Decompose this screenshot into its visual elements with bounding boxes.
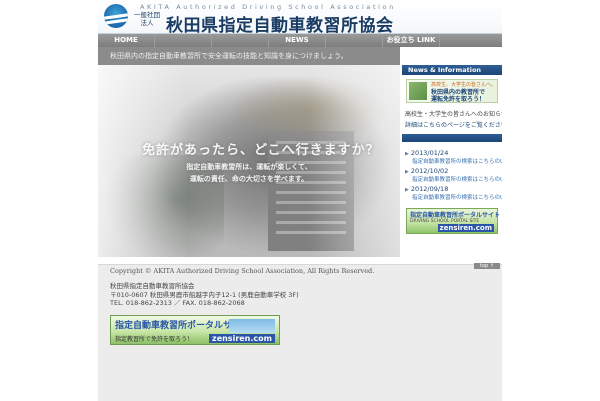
zensiren-banner-brand: zensiren.com: [437, 224, 494, 232]
nav-item-home[interactable]: HOME: [98, 34, 155, 47]
zensiren-banner-small[interactable]: 指定自動車教習所ポータルサイト DRIVING SCHOOL PORTAL SI…: [406, 208, 501, 234]
hero-body-line-1: 指定自動車教習所は、運転が楽しくて、: [186, 163, 312, 171]
news-text[interactable]: 指定自動車教習所の検索はこちらのURLから: [405, 175, 502, 183]
news-text[interactable]: 指定自動車教習所の検索はこちらのURLから: [405, 157, 502, 165]
news-item[interactable]: ▶2013/01/24 指定自動車教習所の検索はこちらのURLから: [405, 149, 502, 165]
zensiren-banner-title: 指定自動車教習所ポータルサイト: [410, 212, 501, 219]
site-header: AKITA Authorized Driving School Associat…: [98, 0, 502, 36]
hero-body: 指定自動車教習所は、運転が楽しくて、 運転の責任、命の大切さを学べます。: [174, 161, 324, 185]
news-date: 2012/09/18: [410, 185, 449, 193]
student-photo-icon: [409, 82, 427, 100]
news-item[interactable]: ▶2012/09/18 指定自動車教習所の検索はこちらのURLから: [405, 185, 502, 201]
nav-item-2[interactable]: [155, 34, 212, 47]
nav-item-news[interactable]: NEWS: [269, 34, 326, 47]
nav-item-3[interactable]: [212, 34, 269, 47]
tagline-bar: 秋田県内の指定自動車教習所で安全運転の技能と知識を身につけましょう。: [98, 47, 400, 65]
arrow-icon: ▶: [405, 187, 409, 193]
corp-type-label: 一般社団法人: [134, 11, 160, 27]
student-banner-line-3: 運転免許を取ろう！: [431, 96, 486, 103]
news-text[interactable]: 指定自動車教習所の検索はこちらのURLから: [405, 193, 502, 201]
nav-item-5[interactable]: [326, 34, 383, 47]
news-item[interactable]: ▶2012/10/02 指定自動車教習所の検索はこちらのURLから: [405, 167, 502, 183]
sidebar: News & Information 高校生、大学生の皆さんへ。 秋田県内の教習…: [400, 65, 502, 257]
hero-heading: 免許があったら、どこへ行きますか？: [142, 143, 380, 158]
arrow-icon: ▶: [405, 151, 409, 157]
zensiren-large-sub: 指定教習所で免許を取ろう！: [115, 336, 194, 343]
news-date: 2013/01/24: [410, 149, 449, 157]
sidebar-divider: [402, 134, 502, 142]
news-header: News & Information: [402, 65, 502, 75]
global-nav: HOME NEWS お役立ち LINK: [98, 34, 502, 47]
page-top-button[interactable]: top ↑: [474, 263, 500, 269]
zensiren-large-brand: zensiren.com: [209, 334, 275, 343]
footer-tel-fax: TEL. 018-862-2313 ／ FAX. 018-862-2068: [110, 299, 245, 307]
news-list: ▶2013/01/24 指定自動車教習所の検索はこちらのURLから ▶2012/…: [405, 149, 502, 203]
arrow-icon: ▶: [405, 169, 409, 175]
logo-icon[interactable]: [104, 4, 128, 28]
news-date: 2012/10/02: [410, 167, 449, 175]
hero-image: 免許があったら、どこへ行きますか？ 指定自動車教習所は、運転が楽しくて、 運転の…: [98, 65, 400, 257]
nav-item-link[interactable]: お役立ち LINK: [383, 34, 440, 47]
copyright-text: Copyright © AKITA Authorized Driving Sch…: [110, 267, 375, 275]
sidebar-notice: 高校生・大学生の皆さんへのお知らせ掲載中です。: [405, 111, 502, 118]
nav-item-7[interactable]: [440, 34, 502, 47]
hero-body-line-2: 運転の責任、命の大切さを学べます。: [189, 175, 309, 183]
org-english-name: AKITA Authorized Driving School Associat…: [140, 3, 396, 11]
student-banner[interactable]: 高校生、大学生の皆さんへ。 秋田県内の教習所で 運転免許を取ろう！: [406, 79, 498, 103]
sidebar-detail-link[interactable]: 詳細はこちらのページをご覧ください。: [405, 120, 502, 129]
road-illustration-icon: [229, 319, 275, 333]
zensiren-banner-large[interactable]: 指定自動車教習所ポータルサイト 指定教習所で免許を取ろう！ zensiren.c…: [110, 315, 280, 345]
site-title[interactable]: 秋田県指定自動車教習所協会: [166, 11, 394, 36]
